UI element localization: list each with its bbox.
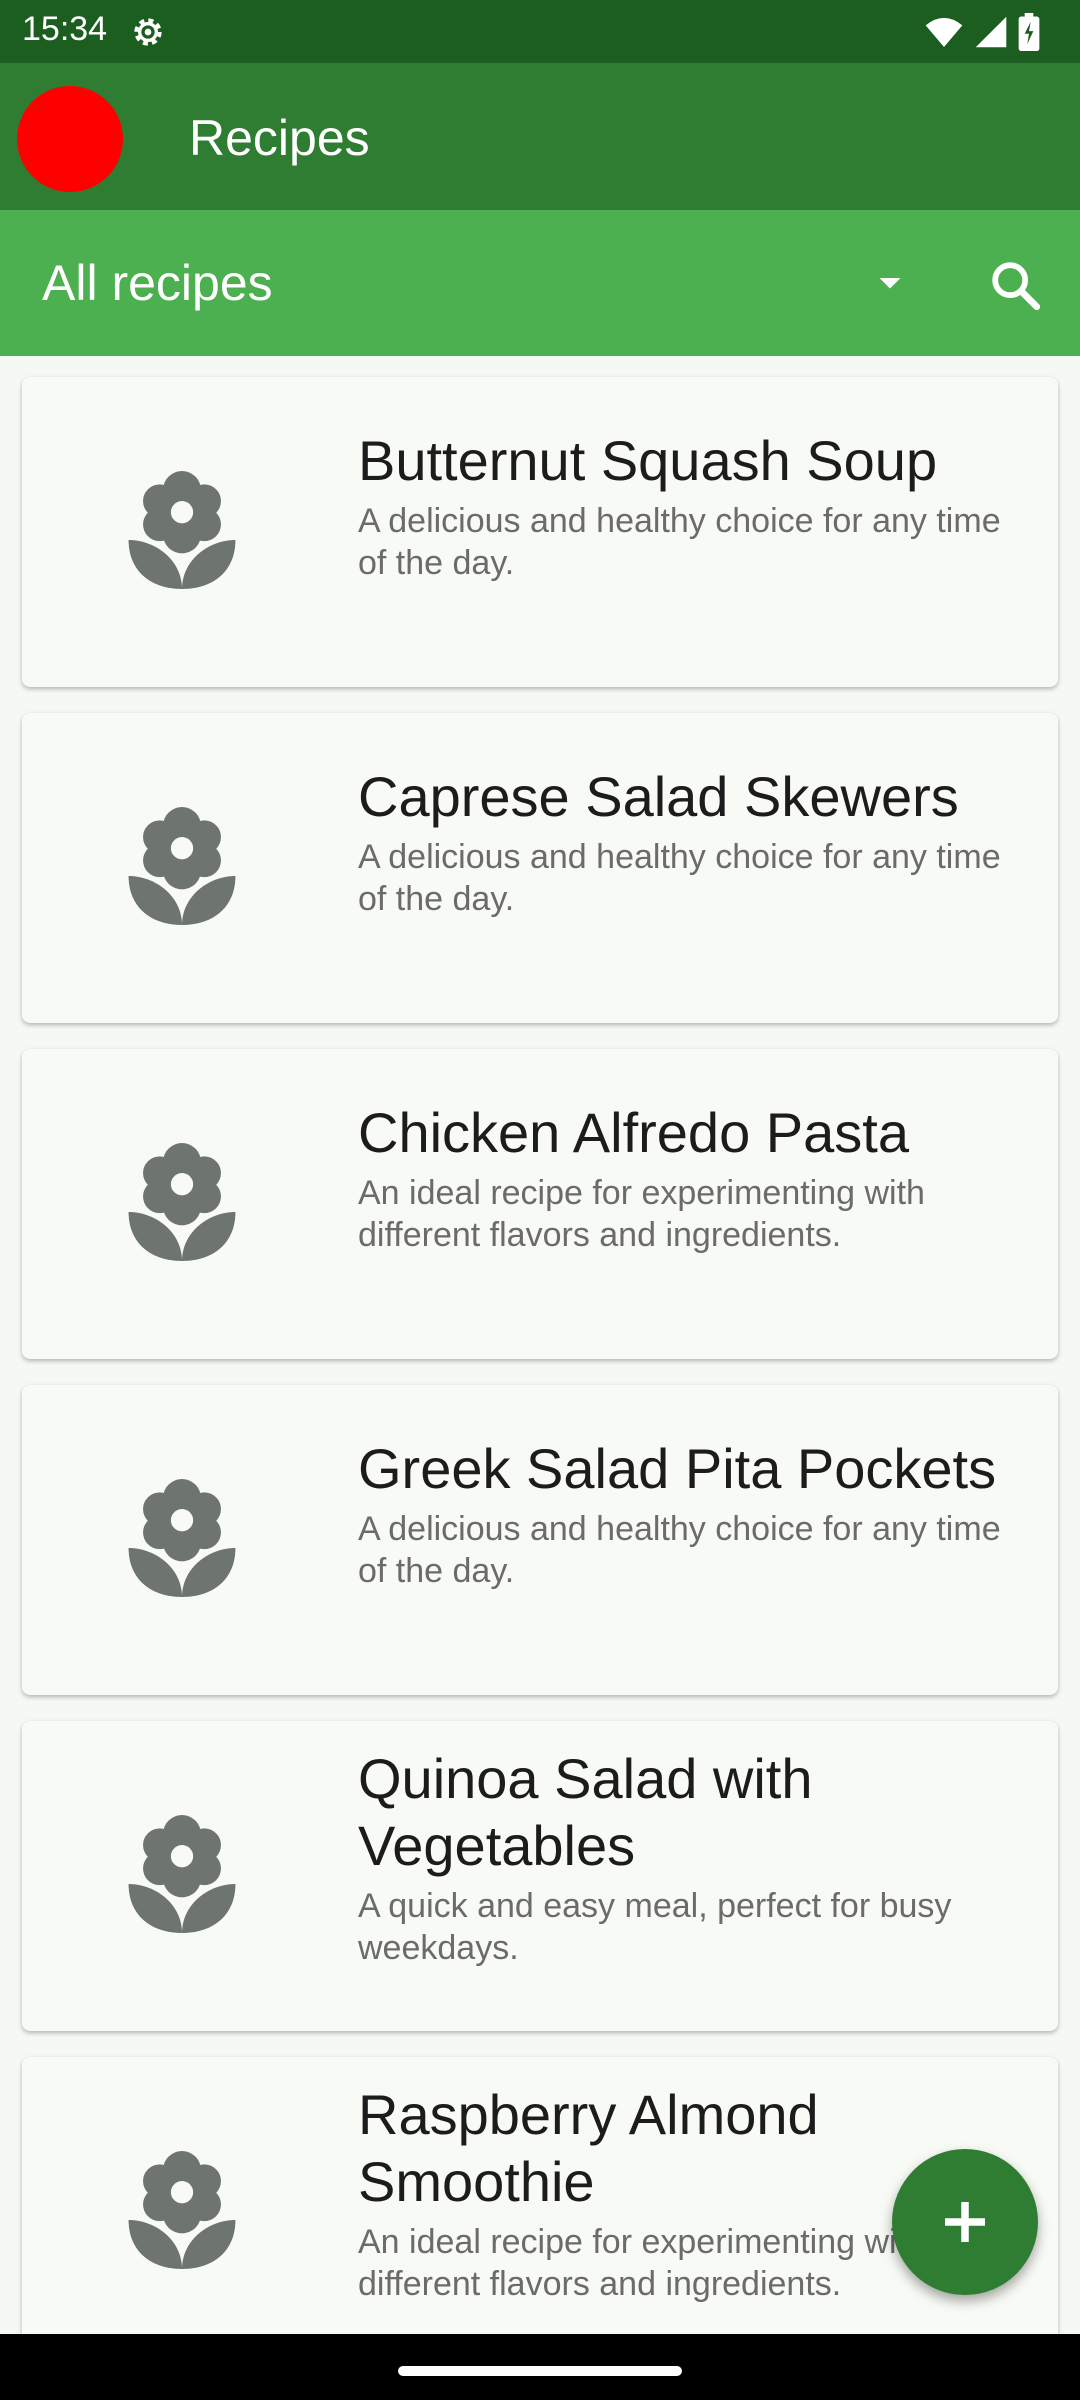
recipe-description: A delicious and healthy choice for any t… — [358, 1510, 1001, 1590]
signal-icon — [975, 16, 1007, 48]
recipe-title: Greek Salad Pita Pockets — [358, 1437, 997, 1500]
recipe-title: Butternut Squash Soup — [358, 429, 938, 492]
add-recipe-button[interactable] — [892, 2149, 1038, 2295]
recipe-title: Caprese Salad Skewers — [358, 765, 959, 828]
recipe-title: Quinoa Salad with Vegetables — [358, 1747, 813, 1877]
page-title: Recipes — [189, 110, 370, 166]
recipe-card[interactable]: Chicken Alfredo Pasta An ideal recipe fo… — [22, 1049, 1058, 1359]
search-icon[interactable] — [986, 256, 1044, 314]
gear-icon — [134, 18, 162, 46]
home-gesture-handle[interactable] — [398, 2366, 682, 2376]
recipe-card[interactable]: Greek Salad Pita Pockets A delicious and… — [22, 1385, 1058, 1695]
avatar[interactable] — [17, 86, 123, 192]
battery-icon — [1018, 13, 1040, 51]
filter-bar: All recipes — [0, 210, 1080, 356]
flower-icon — [128, 1815, 236, 1933]
recipe-description: A delicious and healthy choice for any t… — [358, 502, 1001, 582]
recipe-card[interactable]: Caprese Salad Skewers A delicious and he… — [22, 713, 1058, 1023]
recipe-list[interactable]: Butternut Squash Soup A delicious and he… — [0, 356, 1080, 2334]
recipe-description: A quick and easy meal, perfect for busy … — [358, 1887, 952, 1967]
recipe-description: A delicious and healthy choice for any t… — [358, 838, 1001, 918]
navigation-bar — [0, 2334, 1080, 2400]
flower-icon — [128, 471, 236, 589]
status-icons — [924, 12, 1040, 52]
status-bar: 15:34 — [0, 0, 1080, 63]
flower-icon — [128, 1143, 236, 1261]
flower-icon — [128, 2151, 236, 2269]
status-time: 15:34 — [22, 10, 108, 48]
recipe-description: An ideal recipe for experimenting with d… — [358, 1174, 925, 1254]
flower-icon — [128, 807, 236, 925]
wifi-icon — [925, 17, 963, 47]
flower-icon — [128, 1479, 236, 1597]
recipe-card[interactable]: Butternut Squash Soup A delicious and he… — [22, 377, 1058, 687]
dropdown-arrow-icon[interactable] — [872, 266, 908, 302]
app-bar: Recipes — [0, 63, 1080, 210]
recipe-title: Chicken Alfredo Pasta — [358, 1101, 909, 1164]
category-filter-select[interactable]: All recipes — [42, 254, 273, 312]
recipe-card[interactable]: Quinoa Salad with Vegetables A quick and… — [22, 1721, 1058, 2031]
plus-icon — [945, 2202, 985, 2242]
